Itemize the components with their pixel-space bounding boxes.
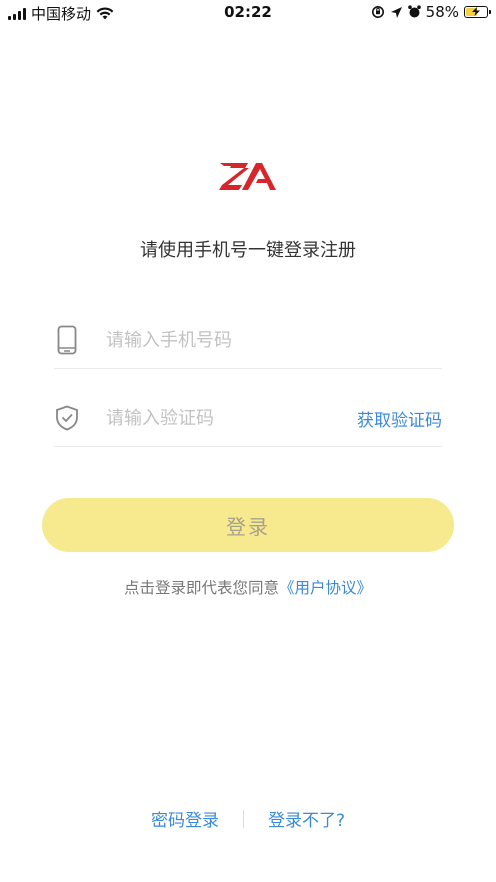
get-code-button[interactable]: 获取验证码 <box>357 406 442 431</box>
code-input[interactable] <box>106 407 357 429</box>
user-agreement-link[interactable]: 《用户协议》 <box>279 579 372 597</box>
orientation-lock-icon <box>371 6 384 18</box>
alarm-icon <box>407 5 421 18</box>
code-field-row: 获取验证码 <box>54 390 442 447</box>
battery-icon <box>464 6 491 18</box>
charging-bolt-icon <box>472 7 480 16</box>
cannot-login-link[interactable]: 登录不了? <box>268 806 345 831</box>
footer-divider <box>242 809 244 828</box>
status-bar: 中国移动 02:22 58% <box>0 0 496 26</box>
phone-icon <box>54 325 80 355</box>
za-logo <box>219 163 276 190</box>
login-button[interactable]: 登录 <box>42 498 454 552</box>
login-subtitle: 请使用手机号一键登录注册 <box>140 240 356 261</box>
footer-links: 密码登录 登录不了? <box>0 806 496 831</box>
phone-input[interactable] <box>106 329 442 351</box>
agreement-prefix: 点击登录即代表您同意 <box>123 579 279 597</box>
location-arrow-icon <box>390 6 402 18</box>
agreement-text: 点击登录即代表您同意《用户协议》 <box>0 576 496 598</box>
phone-field-row <box>54 312 442 369</box>
status-right: 58% <box>371 3 491 21</box>
password-login-link[interactable]: 密码登录 <box>151 806 219 831</box>
shield-check-icon <box>54 403 80 433</box>
battery-percent: 58% <box>425 3 459 21</box>
